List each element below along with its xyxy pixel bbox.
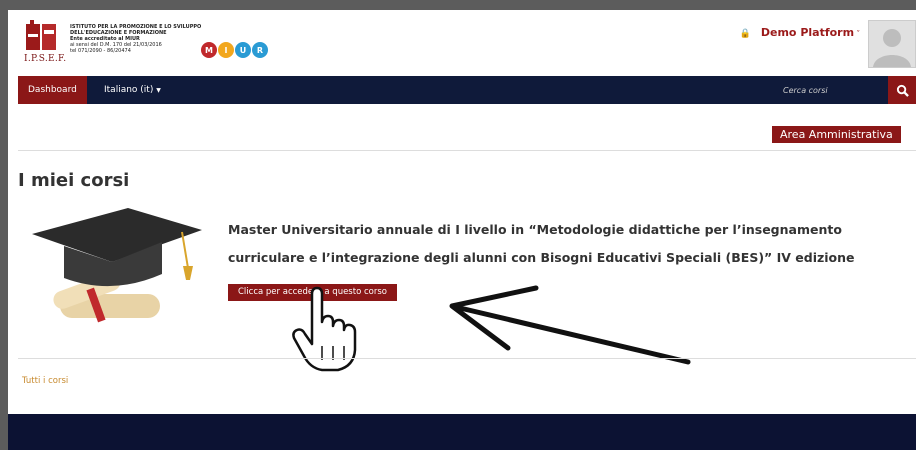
divider	[18, 358, 916, 359]
nav-dashboard[interactable]: Dashboard	[18, 76, 87, 104]
search-input[interactable]	[777, 79, 887, 101]
hand-pointer-icon	[292, 286, 357, 372]
header: I.P.S.E.F. ISTITUTO PER LA PROMOZIONE E …	[8, 10, 916, 76]
all-courses-link[interactable]: Tutti i corsi	[22, 376, 68, 386]
miur-letter: M	[201, 42, 217, 58]
caret-down-icon: ▼	[156, 87, 161, 94]
page-title: I miei corsi	[18, 170, 130, 191]
arrow-icon	[449, 285, 691, 365]
language-menu[interactable]: Italiano (it) ▼	[104, 76, 161, 105]
institute-name: ISTITUTO PER LA PROMOZIONE E LO SVILUPPO…	[70, 24, 202, 36]
institute-info: ISTITUTO PER LA PROMOZIONE E LO SVILUPPO…	[70, 24, 210, 54]
avatar[interactable]	[868, 20, 916, 68]
platform-label: Demo Platform	[760, 26, 855, 39]
miur-letter: U	[235, 42, 251, 58]
caret-icon: ˇ	[854, 30, 860, 38]
language-label: Italiano (it)	[104, 85, 154, 95]
miur-letter: I	[218, 42, 234, 58]
divider	[18, 150, 916, 151]
admin-area-button[interactable]: Area Amministrativa	[772, 126, 901, 143]
search-button[interactable]	[888, 76, 916, 104]
logo-text: I.P.S.E.F.	[24, 54, 67, 64]
ipsef-logo[interactable]	[24, 20, 60, 56]
page: I.P.S.E.F. ISTITUTO PER LA PROMOZIONE E …	[8, 10, 916, 450]
search-icon	[896, 84, 909, 97]
graduation-cap-image	[32, 208, 202, 323]
navbar: Dashboard Italiano (it) ▼	[18, 76, 916, 104]
miur-letter: R	[252, 42, 268, 58]
platform-menu[interactable]: 🔒 Demo Platform ˇ	[740, 26, 860, 39]
miur-logo: M I U R	[201, 42, 268, 62]
course-title[interactable]: Master Universitario annuale di I livell…	[228, 216, 908, 272]
footer	[8, 414, 916, 450]
phone-text: tel 071/2090 - 86/20474	[70, 48, 131, 54]
lock-icon: 🔒	[739, 29, 751, 39]
user-icon	[873, 29, 911, 67]
